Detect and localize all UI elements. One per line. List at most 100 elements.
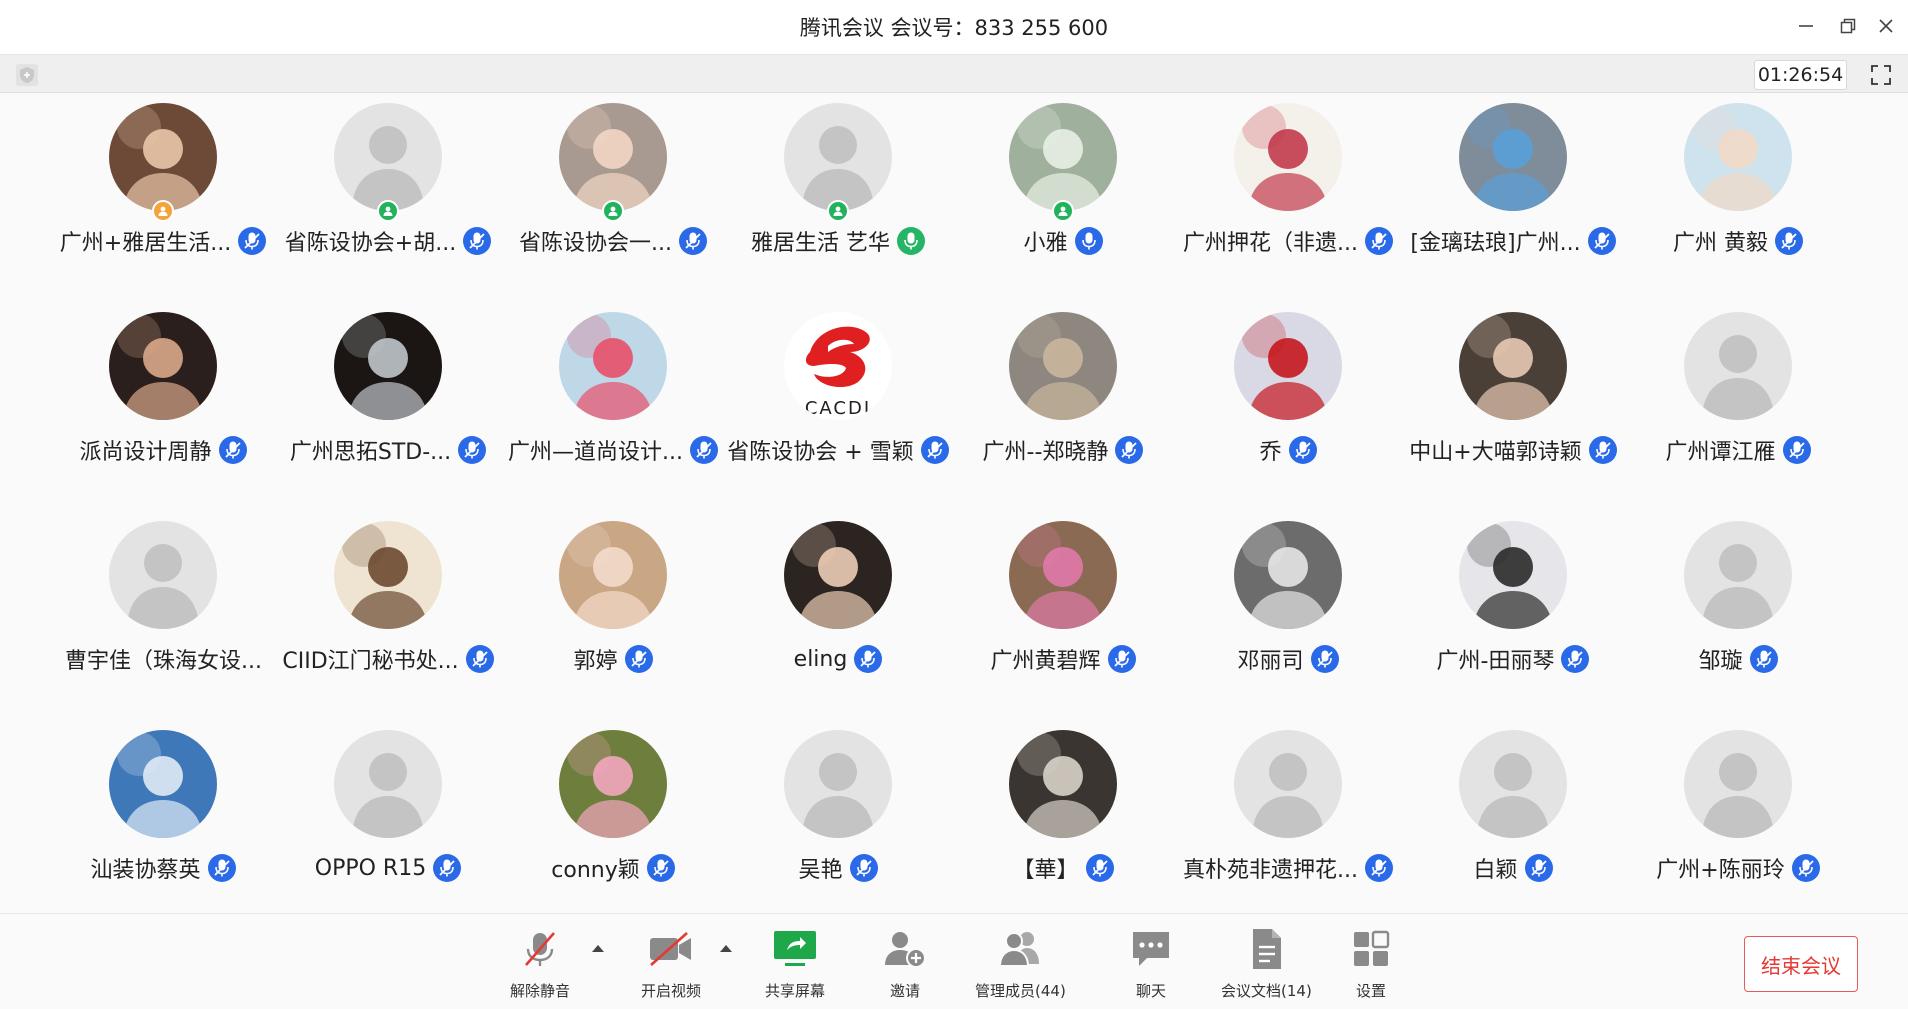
participant-avatar[interactable] <box>109 730 217 838</box>
invite-button[interactable]: 邀请 <box>877 924 933 1008</box>
participant-tile[interactable]: OPPO R15 <box>276 720 501 920</box>
mic-muted-icon[interactable] <box>1107 644 1137 674</box>
close-button[interactable] <box>1872 12 1900 40</box>
video-options-caret-icon[interactable] <box>718 942 734 954</box>
mic-muted-icon[interactable] <box>1114 435 1144 465</box>
participant-tile[interactable]: 曹宇佳（珠海女设... <box>51 511 276 711</box>
participant-tile[interactable]: 广州-田丽琴 <box>1401 511 1626 711</box>
participant-tile[interactable]: 省陈设协会+胡... <box>276 93 501 293</box>
participant-avatar[interactable] <box>1459 312 1567 420</box>
participant-tile[interactable]: 【華】 <box>951 720 1176 920</box>
participant-tile[interactable]: 乔 <box>1176 302 1401 502</box>
participant-avatar[interactable] <box>109 312 217 420</box>
participant-tile[interactable]: 小雅 <box>951 93 1176 293</box>
mic-muted-icon[interactable] <box>1085 853 1115 883</box>
audio-options-caret-icon[interactable] <box>590 942 606 954</box>
mic-muted-icon[interactable] <box>1310 644 1340 674</box>
manage-members-button[interactable]: 管理成员(44) <box>975 924 1066 1008</box>
participant-avatar[interactable] <box>109 521 217 629</box>
participant-tile[interactable]: 郭婷 <box>501 511 726 711</box>
participant-avatar[interactable] <box>1009 312 1117 420</box>
participant-avatar[interactable] <box>1234 730 1342 838</box>
participant-avatar[interactable]: CACDI <box>784 312 892 420</box>
mic-muted-icon[interactable] <box>1791 853 1821 883</box>
participant-avatar[interactable] <box>1684 521 1792 629</box>
participant-tile[interactable]: eling <box>726 511 951 711</box>
participant-avatar[interactable] <box>1684 730 1792 838</box>
participant-avatar[interactable] <box>784 103 892 211</box>
participant-tile[interactable]: 广州思拓STD-... <box>276 302 501 502</box>
participant-avatar[interactable] <box>1009 103 1117 211</box>
mic-muted-icon[interactable] <box>678 226 708 256</box>
participant-tile[interactable]: 白颖 <box>1401 720 1626 920</box>
participant-avatar[interactable] <box>559 312 667 420</box>
participant-tile[interactable]: 广州+雅居生活... <box>51 93 276 293</box>
participant-tile[interactable]: [金璃珐琅]广州... <box>1401 93 1626 293</box>
participant-avatar[interactable] <box>784 521 892 629</box>
end-meeting-button[interactable]: 结束会议 <box>1744 936 1858 992</box>
participant-avatar[interactable] <box>334 312 442 420</box>
participant-tile[interactable]: CIID江门秘书处... <box>276 511 501 711</box>
participant-tile[interactable]: 广州押花（非遗... <box>1176 93 1401 293</box>
mic-muted-icon[interactable] <box>1782 435 1812 465</box>
start-video-button[interactable]: 开启视频 <box>641 924 701 1008</box>
mic-muted-icon[interactable] <box>218 435 248 465</box>
participant-avatar[interactable] <box>559 730 667 838</box>
participant-avatar[interactable] <box>1459 730 1567 838</box>
participant-tile[interactable]: 邹璇 <box>1626 511 1851 711</box>
mic-muted-icon[interactable] <box>1774 226 1804 256</box>
participant-tile[interactable]: 省陈设协会一... <box>501 93 726 293</box>
unmute-button[interactable]: 解除静音 <box>510 924 570 1008</box>
participant-tile[interactable]: 广州 黄毅 <box>1626 93 1851 293</box>
restore-button[interactable] <box>1834 12 1862 40</box>
mic-muted-icon[interactable] <box>646 853 676 883</box>
participant-avatar[interactable] <box>334 730 442 838</box>
settings-button[interactable]: 设置 <box>1343 924 1399 1008</box>
participant-avatar[interactable] <box>334 521 442 629</box>
share-screen-button[interactable]: 共享屏幕 <box>765 924 825 1008</box>
mic-muted-icon[interactable] <box>432 853 462 883</box>
mic-muted-icon[interactable] <box>849 853 879 883</box>
mic-muted-icon[interactable] <box>1288 435 1318 465</box>
participant-avatar[interactable] <box>1234 312 1342 420</box>
participant-avatar[interactable] <box>559 521 667 629</box>
participant-tile[interactable]: 广州—道尚设计... <box>501 302 726 502</box>
minimize-button[interactable] <box>1792 12 1820 40</box>
participant-tile[interactable]: 广州谭江雁 <box>1626 302 1851 502</box>
mic-muted-icon[interactable] <box>207 853 237 883</box>
participant-avatar[interactable] <box>1009 521 1117 629</box>
security-shield-icon[interactable] <box>14 63 40 87</box>
mic-active-icon[interactable] <box>1074 226 1104 256</box>
participant-avatar[interactable] <box>559 103 667 211</box>
fullscreen-button[interactable] <box>1868 63 1894 87</box>
participant-tile[interactable]: 雅居生活 艺华 <box>726 93 951 293</box>
participant-tile[interactable]: 汕装协蔡英 <box>51 720 276 920</box>
participant-avatar[interactable] <box>1459 521 1567 629</box>
participant-tile[interactable]: 广州+陈丽玲 <box>1626 720 1851 920</box>
participant-avatar[interactable] <box>1234 521 1342 629</box>
mic-muted-icon[interactable] <box>853 644 883 674</box>
participant-avatar[interactable] <box>109 103 217 211</box>
mic-muted-icon[interactable] <box>1524 853 1554 883</box>
participant-avatar[interactable] <box>1234 103 1342 211</box>
participant-tile[interactable]: 广州黄碧辉 <box>951 511 1176 711</box>
participant-tile[interactable]: CACDI 省陈设协会 + 雪颖 <box>726 302 951 502</box>
participant-tile[interactable]: 吴艳 <box>726 720 951 920</box>
participant-avatar[interactable] <box>1459 103 1567 211</box>
participant-avatar[interactable] <box>334 103 442 211</box>
participant-avatar[interactable] <box>1684 312 1792 420</box>
participant-avatar[interactable] <box>784 730 892 838</box>
mic-muted-icon[interactable] <box>1749 644 1779 674</box>
participant-tile[interactable]: 派尚设计周静 <box>51 302 276 502</box>
participant-tile[interactable]: conny颖 <box>501 720 726 920</box>
participant-avatar[interactable] <box>1009 730 1117 838</box>
meeting-docs-button[interactable]: 会议文档(14) <box>1221 924 1312 1008</box>
participant-avatar[interactable] <box>1684 103 1792 211</box>
chat-button[interactable]: 聊天 <box>1123 924 1179 1008</box>
mic-muted-icon[interactable] <box>624 644 654 674</box>
participant-tile[interactable]: 邓丽司 <box>1176 511 1401 711</box>
participant-tile[interactable]: 中山+大喵郭诗颖 <box>1401 302 1626 502</box>
participant-tile[interactable]: 真朴苑非遗押花... <box>1176 720 1401 920</box>
mic-muted-icon[interactable] <box>1560 644 1590 674</box>
mic-active-icon[interactable] <box>896 226 926 256</box>
